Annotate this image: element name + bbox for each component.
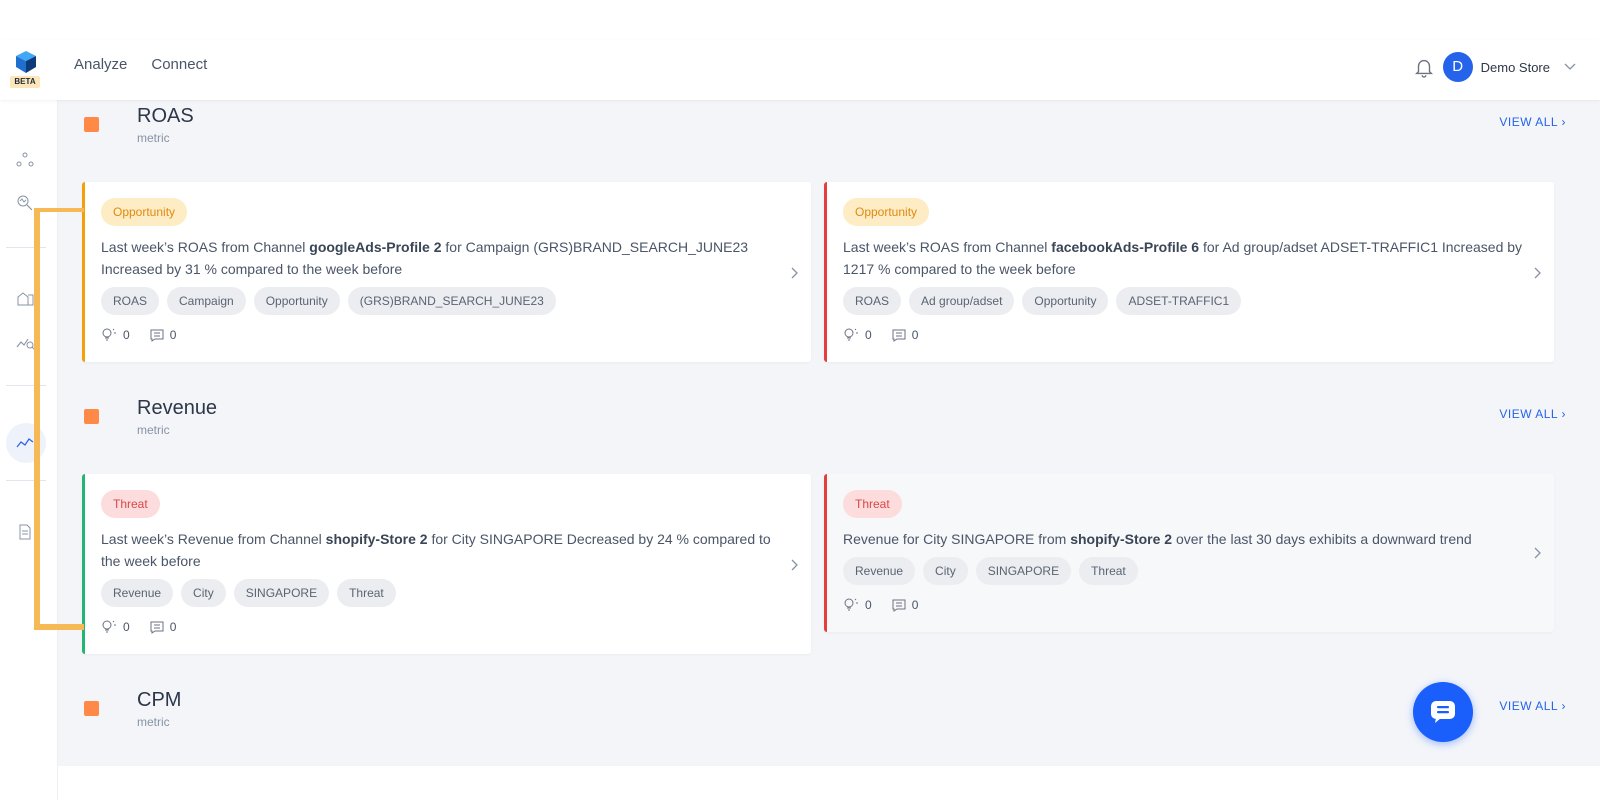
top-bar: BETA Analyze Connect D Demo Store	[0, 40, 1600, 100]
annotation-bracket	[34, 210, 40, 630]
chevron-right-icon[interactable]	[789, 266, 799, 280]
top-nav: Analyze Connect	[74, 56, 207, 73]
ideas-count[interactable]: 0	[101, 328, 130, 342]
chat-button[interactable]	[1413, 682, 1473, 742]
bell-icon[interactable]	[1413, 56, 1435, 78]
comment-icon	[892, 329, 906, 342]
logo-cube-icon	[16, 51, 36, 73]
chevron-right-icon[interactable]	[789, 558, 799, 572]
nav-connect[interactable]: Connect	[151, 56, 207, 73]
ideas-count[interactable]: 0	[843, 598, 872, 612]
insight-text: Last week’s ROAS from Channel facebookAd…	[843, 239, 1523, 277]
comments-count[interactable]: 0	[892, 328, 918, 342]
section-marker	[84, 701, 99, 716]
insight-card[interactable]: Opportunity Last week’s ROAS from Channe…	[82, 182, 811, 362]
chevron-right-icon[interactable]	[1532, 546, 1542, 560]
insight-text: Revenue for City SINGAPORE from shopify-…	[843, 531, 1472, 547]
tag-list: Revenue City SINGAPORE Threat	[101, 579, 396, 607]
section-title: CPM	[137, 689, 182, 711]
card-stats: 0 0	[843, 598, 918, 612]
insight-card[interactable]: Threat Last week’s Revenue from Channel …	[82, 474, 811, 654]
tag[interactable]: ROAS	[101, 287, 160, 315]
chevron-right-icon[interactable]	[1532, 266, 1542, 280]
main-content: ROAS metric VIEW ALL › Opportunity Last …	[58, 100, 1600, 766]
nodes-icon[interactable]	[15, 150, 35, 170]
opportunity-badge: Opportunity	[101, 198, 188, 226]
tag[interactable]: ROAS	[843, 287, 902, 315]
comment-icon	[150, 621, 164, 634]
search-insights-icon[interactable]	[15, 193, 35, 213]
insight-card[interactable]: Opportunity Last week’s ROAS from Channe…	[824, 182, 1554, 362]
section-header-revenue: Revenue metric VIEW ALL ›	[84, 397, 1574, 447]
store-icon[interactable]	[15, 288, 35, 308]
section-header-cpm: CPM metric VIEW ALL ›	[84, 689, 1574, 739]
card-stats: 0 0	[843, 328, 918, 342]
comment-icon	[892, 599, 906, 612]
sidebar-divider	[6, 480, 46, 481]
tag[interactable]: Revenue	[101, 579, 174, 607]
store-name[interactable]: Demo Store	[1481, 60, 1550, 75]
sidebar-divider	[6, 385, 46, 386]
tag[interactable]: Revenue	[843, 557, 916, 585]
comments-count[interactable]: 0	[150, 328, 176, 342]
tag[interactable]: Opportunity	[1022, 287, 1109, 315]
tag[interactable]: Ad group/adset	[909, 287, 1015, 315]
tag-list: ROAS Campaign Opportunity (GRS)BRAND_SEA…	[101, 287, 556, 315]
view-all-link[interactable]: VIEW ALL ›	[1499, 115, 1566, 129]
tag-list: Revenue City SINGAPORE Threat	[843, 557, 1138, 585]
tag[interactable]: Threat	[337, 579, 396, 607]
section-title: Revenue	[137, 397, 218, 419]
comments-count[interactable]: 0	[150, 620, 176, 634]
ideas-count[interactable]: 0	[101, 620, 130, 634]
tag[interactable]: Opportunity	[253, 287, 340, 315]
view-all-link[interactable]: VIEW ALL ›	[1499, 407, 1566, 421]
document-icon[interactable]	[15, 522, 35, 542]
view-all-link[interactable]: VIEW ALL ›	[1499, 699, 1566, 713]
ideas-count[interactable]: 0	[843, 328, 872, 342]
section-marker	[84, 409, 99, 424]
insight-card[interactable]: Threat Revenue for City SINGAPORE from s…	[824, 474, 1554, 632]
trend-line-icon[interactable]	[15, 433, 35, 453]
tag-list: ROAS Ad group/adset Opportunity ADSET-TR…	[843, 287, 1242, 315]
section-header-roas: ROAS metric VIEW ALL ›	[84, 105, 1574, 155]
sidebar	[0, 100, 58, 800]
card-stats: 0 0	[101, 620, 176, 634]
avatar[interactable]: D	[1442, 52, 1473, 82]
lightbulb-icon	[102, 620, 116, 633]
tag[interactable]: Threat	[1079, 557, 1138, 585]
card-stats: 0 0	[101, 328, 176, 342]
nav-analyze[interactable]: Analyze	[74, 56, 127, 73]
app-logo[interactable]: BETA	[10, 50, 42, 90]
comments-count[interactable]: 0	[892, 598, 918, 612]
header-account: D Demo Store	[1413, 52, 1576, 82]
section-subtitle: metric	[137, 131, 170, 145]
section-subtitle: metric	[137, 423, 170, 437]
annotation-bracket-top	[34, 208, 84, 212]
beta-badge: BETA	[10, 76, 40, 88]
insight-text: Last week’s Revenue from Channel shopify…	[101, 531, 771, 569]
tag[interactable]: City	[923, 557, 968, 585]
threat-badge: Threat	[843, 490, 902, 518]
tag[interactable]: SINGAPORE	[233, 579, 330, 607]
comment-icon	[150, 329, 164, 342]
lightbulb-icon	[844, 598, 858, 611]
tag[interactable]: (GRS)BRAND_SEARCH_JUNE23	[347, 287, 556, 315]
annotation-bracket-bottom	[34, 624, 84, 630]
trend-search-icon[interactable]	[15, 332, 35, 352]
tag[interactable]: City	[181, 579, 226, 607]
insight-text: Last week’s ROAS from Channel googleAds-…	[101, 239, 749, 277]
section-subtitle: metric	[137, 715, 170, 729]
lightbulb-icon	[844, 328, 858, 341]
lightbulb-icon	[102, 328, 116, 341]
opportunity-badge: Opportunity	[843, 198, 930, 226]
sidebar-divider	[6, 247, 46, 248]
tag[interactable]: SINGAPORE	[975, 557, 1072, 585]
section-title: ROAS	[137, 105, 194, 127]
tag[interactable]: Campaign	[167, 287, 246, 315]
chevron-down-icon[interactable]	[1564, 63, 1576, 71]
chat-icon	[1431, 701, 1455, 723]
threat-badge: Threat	[101, 490, 160, 518]
tag[interactable]: ADSET-TRAFFIC1	[1116, 287, 1242, 315]
section-marker	[84, 117, 99, 132]
